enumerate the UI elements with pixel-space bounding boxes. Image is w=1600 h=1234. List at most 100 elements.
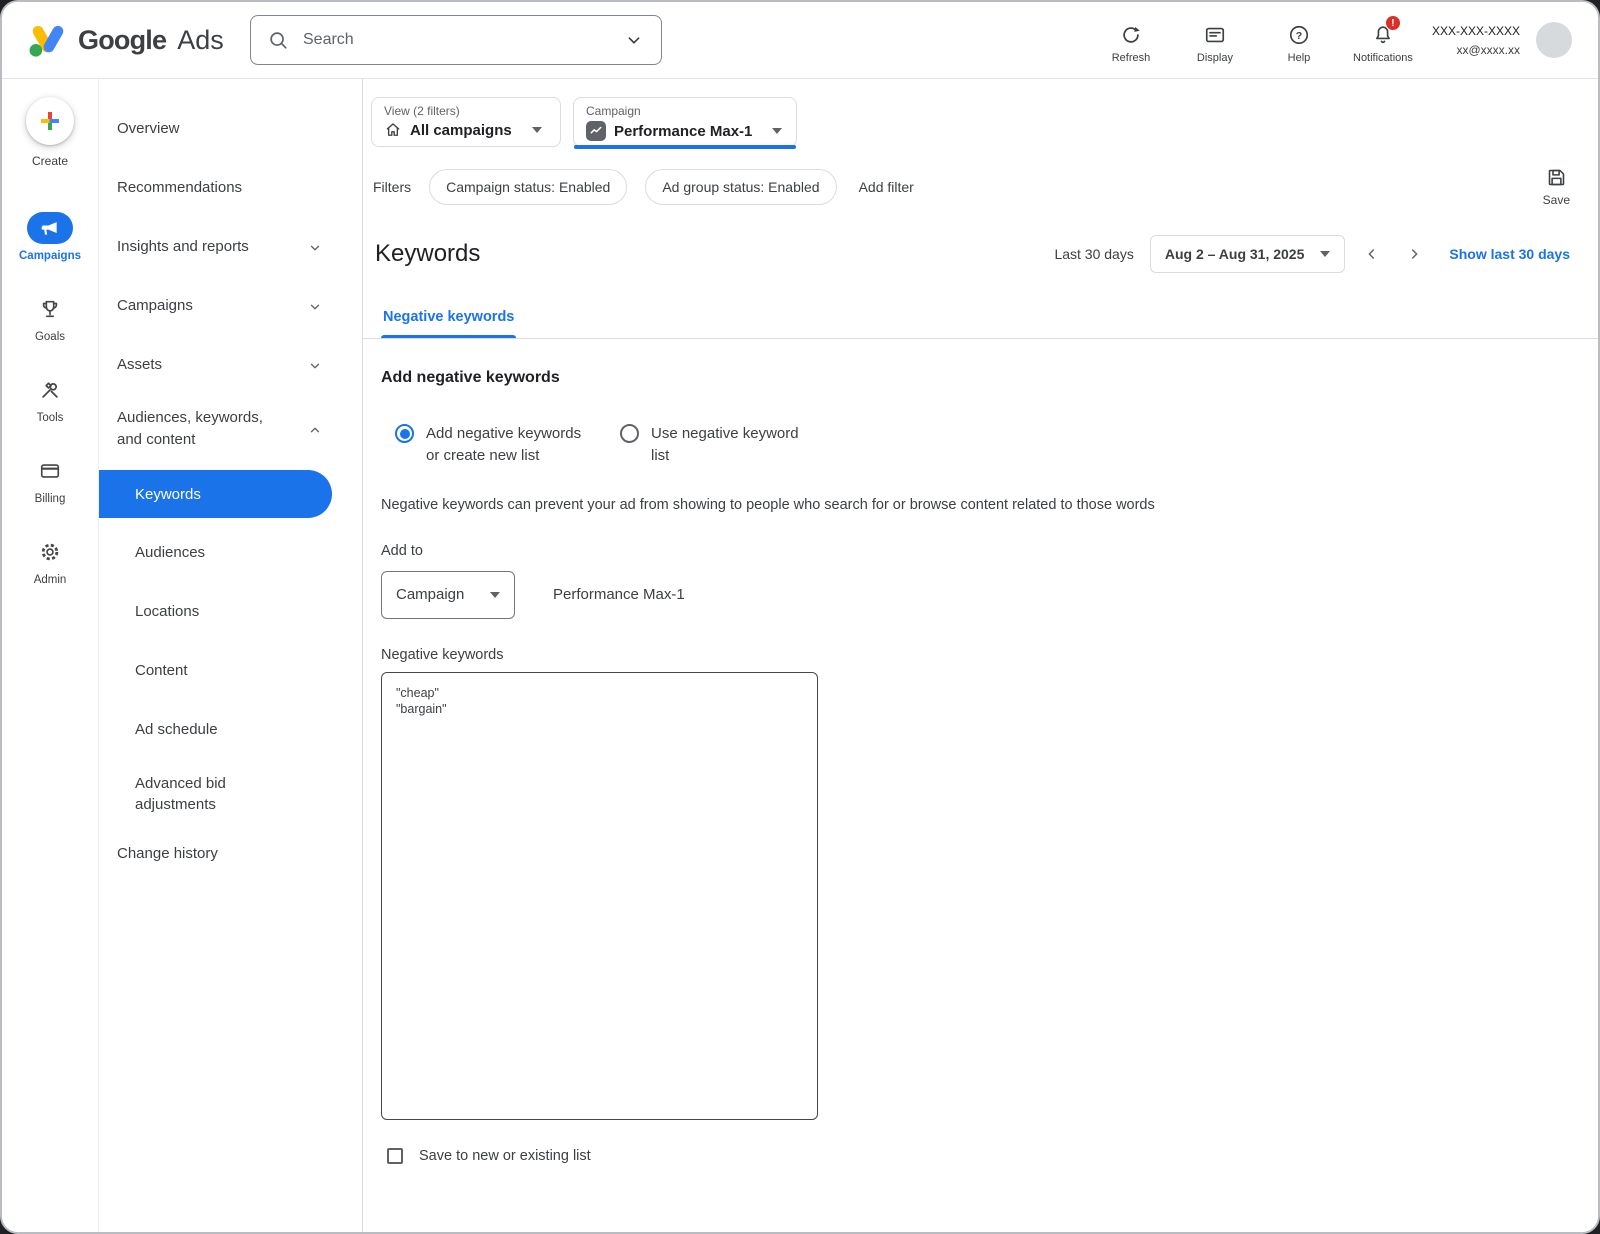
rail-item-tools[interactable]: Tools (27, 374, 73, 424)
negative-keywords-panel: Add negative keywords Add negative keywo… (363, 339, 1598, 1234)
sidenav-subitem-advanced-bid-adjustments[interactable]: Advanced bid adjustments (99, 759, 362, 829)
sidenav-label: Change history (117, 843, 218, 865)
add-to-label: Add to (381, 543, 1558, 559)
date-prev-button[interactable] (1357, 239, 1387, 269)
tab-negative-keywords[interactable]: Negative keywords (381, 299, 516, 338)
account-info[interactable]: XXX-XXX-XXXX xx@xxxx.xx (1432, 20, 1520, 59)
goals-trophy-icon (27, 293, 73, 325)
refresh-label: Refresh (1112, 52, 1151, 64)
sidenav-sublabel: Ad schedule (135, 719, 218, 740)
sidenav-sublabel: Locations (135, 601, 199, 622)
help-button[interactable]: ? Help (1268, 24, 1330, 64)
chevron-right-icon (1406, 246, 1422, 262)
chevron-down-icon (308, 241, 322, 255)
notification-badge: ! (1385, 15, 1401, 31)
brand-ads-text: Ads (177, 25, 224, 56)
search-input[interactable] (301, 30, 611, 50)
admin-gear-icon (27, 536, 73, 568)
sidenav: Overview Recommendations Insights and re… (99, 79, 362, 1234)
sidenav-sublabel: Content (135, 660, 188, 681)
display-button[interactable]: Display (1184, 24, 1246, 64)
date-next-button[interactable] (1399, 239, 1429, 269)
checkbox-unchecked-icon[interactable] (387, 1148, 403, 1164)
avatar[interactable] (1536, 22, 1572, 58)
google-ads-logo[interactable]: Google Ads (28, 22, 224, 58)
sidenav-label: Insights and reports (117, 236, 249, 258)
chevron-down-icon (308, 300, 322, 314)
date-range-selector[interactable]: Aug 2 – Aug 31, 2025 (1150, 235, 1346, 273)
sidenav-item-campaigns[interactable]: Campaigns (99, 276, 362, 335)
date-controls: Last 30 days Aug 2 – Aug 31, 2025 (1054, 235, 1570, 273)
filter-chip-ad-group-status[interactable]: Ad group status: Enabled (645, 169, 836, 205)
sidenav-sublabel: Audiences (135, 542, 205, 563)
tools-wrench-icon (27, 374, 73, 406)
dropdown-caret-icon (1320, 251, 1330, 257)
chevron-up-icon (308, 423, 322, 437)
campaign-selector[interactable]: Campaign Performance Max-1 (573, 97, 797, 147)
campaign-selector-label: Campaign (586, 104, 782, 118)
form-heading: Add negative keywords (381, 369, 1558, 387)
page-title: Keywords (375, 240, 480, 268)
save-to-list-label: Save to new or existing list (419, 1148, 591, 1164)
sidenav-label: Assets (117, 354, 162, 376)
sidenav-label: Audiences, keywords, and content (117, 407, 275, 451)
negative-keywords-description: Negative keywords can prevent your ad fr… (381, 497, 1558, 513)
filters-row: Filters Campaign status: Enabled Ad grou… (363, 147, 1598, 207)
add-filter-button[interactable]: Add filter (859, 179, 914, 195)
sidenav-label: Campaigns (117, 295, 193, 317)
rail-item-campaigns[interactable]: Campaigns (19, 212, 81, 262)
search-icon (267, 29, 289, 51)
sidenav-item-insights-and-reports[interactable]: Insights and reports (99, 217, 362, 276)
view-selector-label: View (2 filters) (384, 104, 546, 118)
radio-use-negative-keyword-list[interactable]: Use negative keyword list (620, 423, 813, 467)
rail-label-tools: Tools (37, 412, 64, 424)
sidenav-subitem-ad-schedule[interactable]: Ad schedule (99, 700, 362, 759)
sidenav-item-assets[interactable]: Assets (99, 335, 362, 394)
help-icon: ? (1288, 24, 1310, 46)
sidenav-subitem-keywords[interactable]: Keywords (99, 470, 332, 518)
view-selector[interactable]: View (2 filters) All campaigns (371, 97, 561, 147)
plus-icon (38, 109, 62, 133)
create-button[interactable]: Create (26, 97, 74, 168)
rail-item-goals[interactable]: Goals (27, 293, 73, 343)
notifications-button[interactable]: ! Notifications (1352, 24, 1414, 64)
display-label: Display (1197, 52, 1233, 64)
sidenav-label: Recommendations (117, 177, 242, 199)
search-expand-chevron-icon[interactable] (623, 29, 645, 51)
save-to-list-option[interactable]: Save to new or existing list (387, 1148, 1558, 1164)
rail-label-admin: Admin (34, 574, 67, 586)
sidenav-item-change-history[interactable]: Change history (99, 829, 362, 879)
icon-rail: Create Campaigns (2, 79, 99, 1234)
notifications-label: Notifications (1353, 52, 1413, 64)
rail-item-billing[interactable]: Billing (27, 455, 73, 505)
save-view-button[interactable]: Save (1543, 167, 1570, 207)
sidenav-subitem-audiences[interactable]: Audiences (99, 523, 362, 582)
add-to-scope-select[interactable]: Campaign (381, 571, 515, 619)
refresh-button[interactable]: Refresh (1100, 24, 1162, 64)
sidenav-subitem-content[interactable]: Content (99, 641, 362, 700)
sidenav-sublabel: Keywords (135, 484, 201, 505)
radio-add-negative-keywords[interactable]: Add negative keywords or create new list (395, 423, 588, 467)
sidenav-item-overview[interactable]: Overview (99, 99, 362, 158)
filters-label: Filters (373, 179, 411, 195)
rail-label-campaigns: Campaigns (19, 250, 81, 262)
chevron-left-icon (1364, 246, 1380, 262)
rail-item-admin[interactable]: Admin (27, 536, 73, 586)
main-panel: View (2 filters) All campaigns Cam (362, 79, 1598, 1234)
view-selector-value: All campaigns (410, 122, 512, 139)
sidenav-item-recommendations[interactable]: Recommendations (99, 158, 362, 217)
help-label: Help (1288, 52, 1311, 64)
save-floppy-icon (1546, 167, 1567, 188)
dropdown-caret-icon (772, 128, 782, 134)
sidenav-subitem-locations[interactable]: Locations (99, 582, 362, 641)
filter-chip-campaign-status[interactable]: Campaign status: Enabled (429, 169, 627, 205)
sidenav-item-audiences-keywords-content[interactable]: Audiences, keywords, and content (99, 394, 362, 464)
campaigns-megaphone-icon (27, 212, 73, 244)
topbar: Google Ads (2, 2, 1598, 79)
scope-select-value: Campaign (396, 586, 464, 603)
svg-text:?: ? (1296, 30, 1302, 42)
radio-label: Add negative keywords or create new list (426, 423, 588, 467)
negative-keywords-textarea[interactable]: "cheap" "bargain" (381, 672, 818, 1120)
search-box[interactable] (250, 15, 662, 65)
show-last-30-days-link[interactable]: Show last 30 days (1449, 246, 1570, 262)
